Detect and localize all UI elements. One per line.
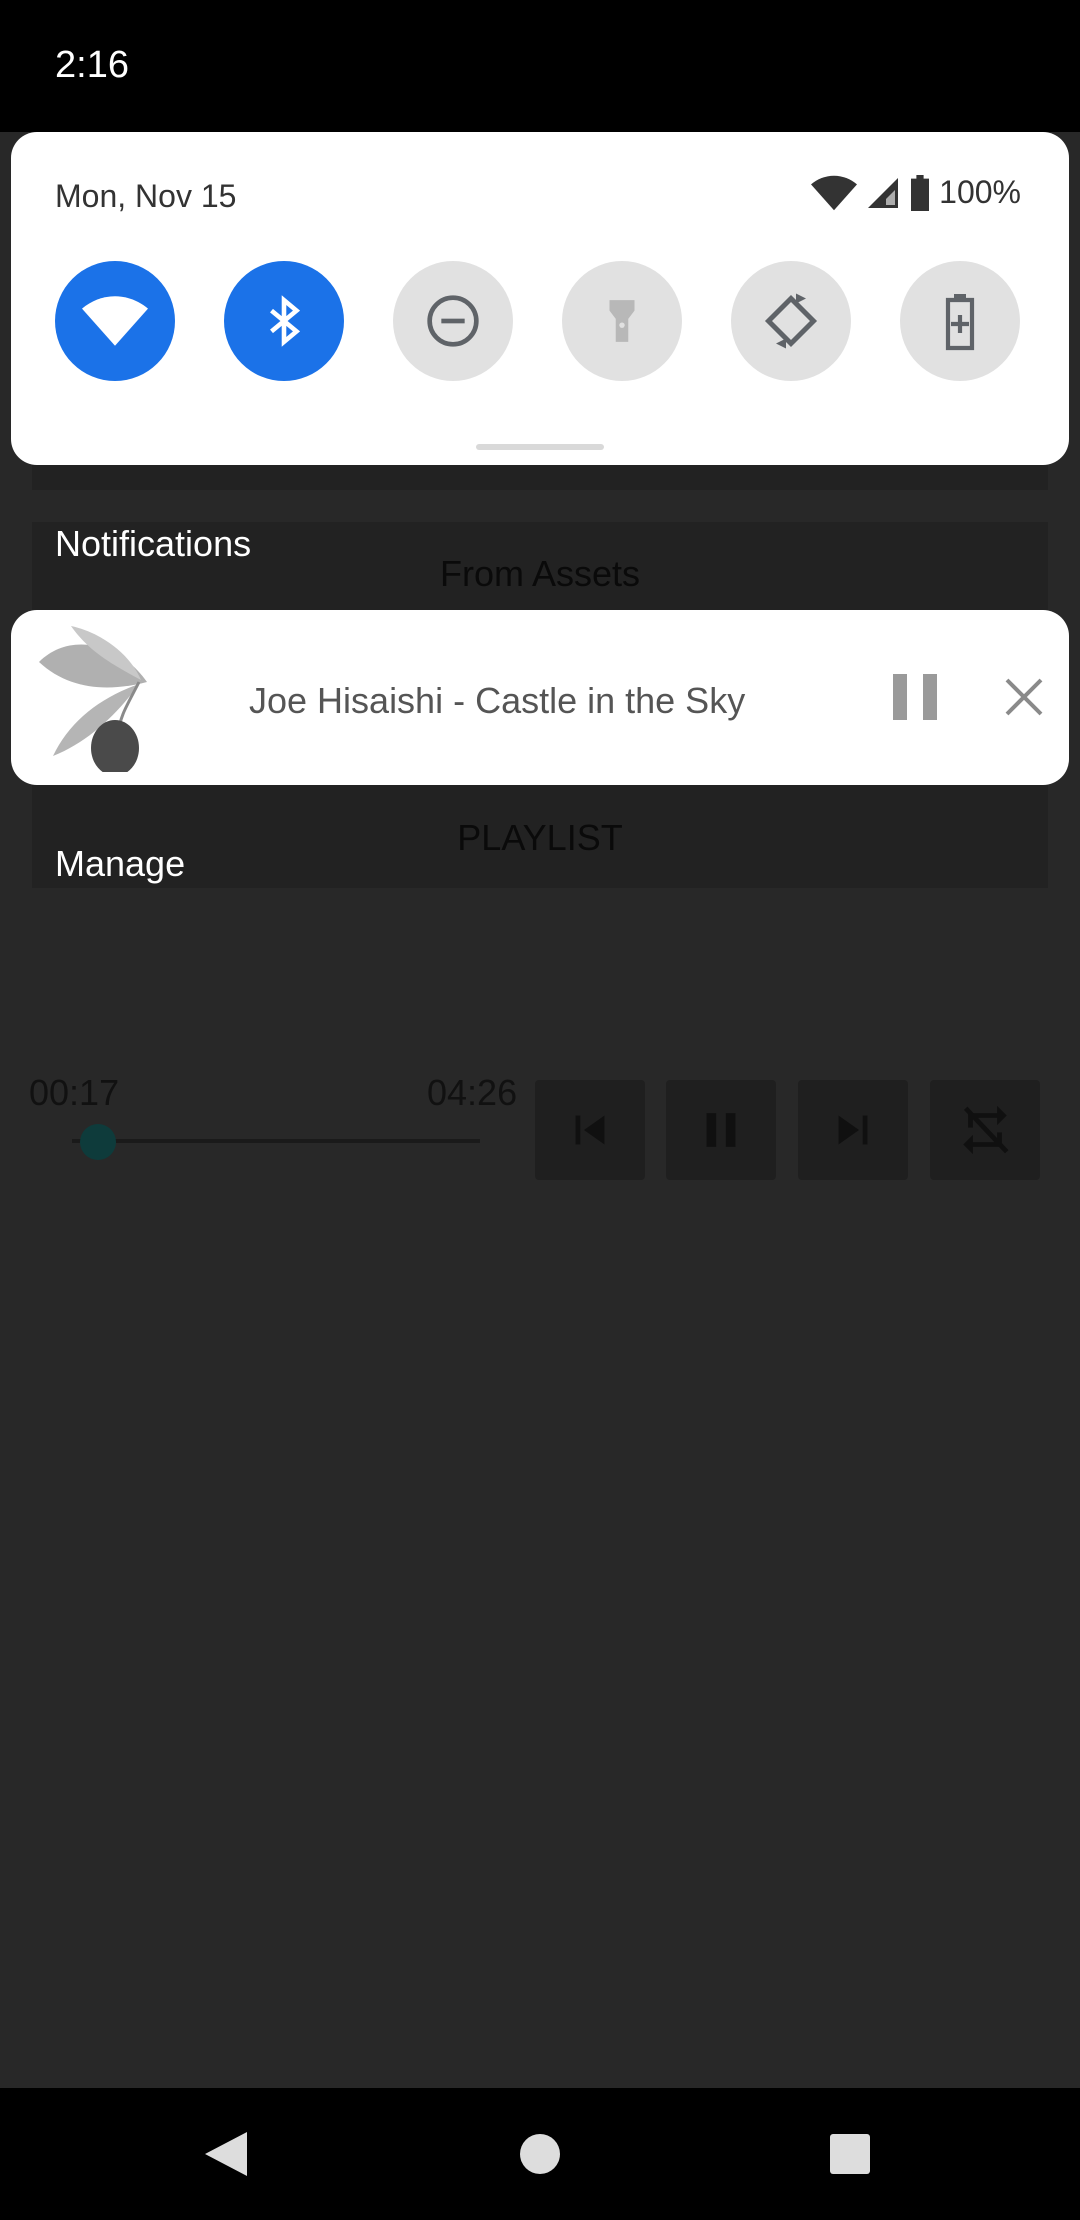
qs-drag-handle[interactable]: [476, 444, 604, 450]
repeat-off-icon: [963, 1105, 1009, 1155]
battery-icon: [911, 174, 930, 211]
repeat-button[interactable]: [930, 1080, 1040, 1180]
skip-next-icon: [838, 1115, 868, 1145]
close-icon[interactable]: [1001, 674, 1047, 720]
cellular-signal-icon: [868, 177, 899, 208]
pause-button[interactable]: [666, 1080, 776, 1180]
tile-wifi[interactable]: [55, 261, 175, 381]
qs-date[interactable]: Mon, Nov 15: [55, 178, 236, 215]
tile-battery-saver[interactable]: [900, 261, 1020, 381]
status-time: 2:16: [55, 44, 129, 86]
duration-time: 04:26: [427, 1072, 518, 1113]
manage-notifications-button[interactable]: Manage: [55, 843, 185, 885]
seek-bar[interactable]: [72, 1139, 480, 1143]
flashlight-icon: [609, 300, 635, 342]
home-icon[interactable]: [512, 2126, 568, 2182]
bluetooth-icon: [270, 295, 301, 347]
notifications-header: Notifications: [55, 523, 252, 564]
elapsed-time: 00:17: [29, 1072, 120, 1113]
skip-next-button[interactable]: [798, 1080, 908, 1180]
tile-bluetooth[interactable]: [224, 261, 344, 381]
media-notification[interactable]: Joe Hisaishi - Castle in the Sky: [11, 610, 1069, 785]
status-bar: 2:16: [0, 0, 1080, 132]
battery-percent: 100%: [939, 174, 1021, 210]
wifi-icon: [82, 296, 148, 346]
pause-icon[interactable]: [891, 672, 939, 722]
qs-status-icons: 100%: [811, 174, 1021, 211]
recents-icon[interactable]: [822, 2126, 878, 2182]
do-not-disturb-icon: [427, 295, 479, 347]
navigation-bar: [0, 2088, 1080, 2220]
bg-top-card: [32, 465, 1048, 490]
wifi-status-icon: [811, 175, 858, 210]
battery-saver-icon: [945, 294, 975, 351]
auto-rotate-icon: [764, 293, 818, 349]
tile-flashlight[interactable]: [562, 261, 682, 381]
seek-thumb[interactable]: [80, 1124, 116, 1160]
media-title: Joe Hisaishi - Castle in the Sky: [249, 680, 746, 721]
olive-icon: [39, 626, 147, 772]
skip-previous-icon: [575, 1115, 605, 1145]
back-icon[interactable]: [199, 2126, 255, 2182]
skip-previous-button[interactable]: [535, 1080, 645, 1180]
pause-icon: [706, 1113, 736, 1147]
tile-auto-rotate[interactable]: [731, 261, 851, 381]
tile-do-not-disturb[interactable]: [393, 261, 513, 381]
quick-settings-panel: Mon, Nov 15 100%: [11, 132, 1069, 465]
